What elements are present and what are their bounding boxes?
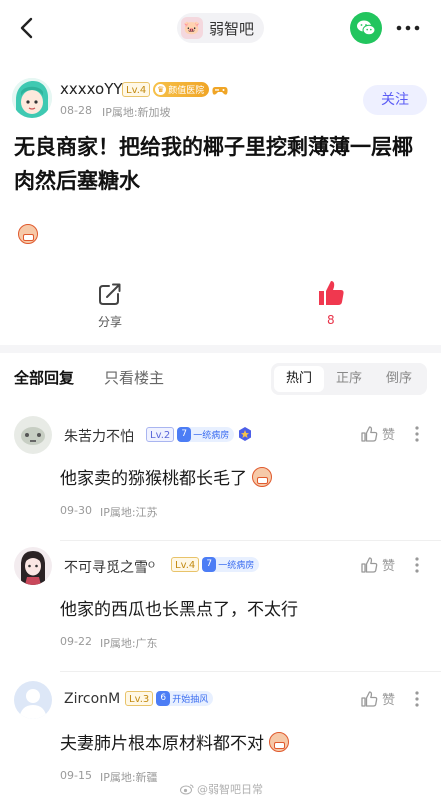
forum-pill[interactable]: 🐷 弱智吧	[177, 13, 265, 43]
comment-text: 他家卖的猕猴桃都长毛了	[60, 464, 273, 489]
watermark: @弱智吧日常	[180, 781, 263, 797]
tag-text: 一统病房	[193, 430, 230, 441]
like-label: 赞	[382, 428, 396, 443]
comment-more-icon[interactable]	[410, 424, 424, 444]
comment-date: 09-30	[60, 504, 92, 517]
tab-author-only[interactable]: 只看楼主	[104, 367, 164, 388]
commenter-tag: 7 一统病房	[177, 426, 235, 442]
crown-icon: ♛	[155, 84, 167, 95]
sort-ascending[interactable]: 正序	[324, 366, 374, 392]
comment-text: 夫妻肺片根本原材料都不对	[60, 729, 290, 754]
follow-button[interactable]: 关注	[363, 85, 427, 115]
commenter-name[interactable]: ZirconM	[64, 691, 120, 707]
comment-like-button[interactable]: 赞	[360, 424, 395, 443]
comment-more-icon[interactable]	[410, 689, 424, 709]
back-arrow-icon[interactable]	[14, 14, 42, 42]
commenter-badges: Lv.3 6 开始抽风	[125, 691, 214, 706]
comment-ip: IP属地:江苏	[99, 506, 158, 519]
thumbs-up-icon	[361, 425, 378, 442]
tab-all-replies[interactable]: 全部回复	[14, 367, 74, 388]
more-menu-icon[interactable]	[391, 13, 425, 43]
tag-level-number: 6	[156, 691, 171, 706]
author-level-badge: Lv.4	[122, 82, 151, 97]
comment-ip: IP属地:广东	[99, 637, 158, 650]
comment-meta: 09-30 IP属地:江苏	[60, 504, 158, 520]
comment-ip: IP属地:新疆	[99, 771, 158, 784]
comment-item: 不可寻觅之雪ᴼ Lv.4 7 一统病房 赞 他家的西瓜也长黑点了，不太行 09-…	[0, 547, 441, 677]
author-badges: Lv.4 ♛ 颜值医院	[122, 82, 228, 97]
like-label: 赞	[382, 559, 396, 574]
sort-descending[interactable]: 倒序	[374, 366, 424, 392]
commenter-avatar[interactable]	[14, 681, 52, 719]
thumbs-up-filled-icon[interactable]	[316, 278, 346, 308]
commenter-level-badge: Lv.4	[171, 557, 200, 572]
comment-divider	[60, 540, 441, 541]
comment-like-button[interactable]: 赞	[360, 555, 395, 574]
tag-level-number: 7	[177, 426, 192, 442]
weibo-logo-icon	[180, 784, 194, 795]
commenter-avatar[interactable]	[14, 416, 52, 454]
comment-text-content: 夫妻肺片根本原材料都不对	[60, 734, 264, 754]
thumbs-up-icon	[361, 556, 378, 573]
sort-toggle: 热门 正序 倒序	[271, 363, 427, 395]
comment-meta: 09-15 IP属地:新疆	[60, 769, 158, 785]
author-ip: IP属地:新加坡	[101, 106, 171, 119]
tag-level-number: 7	[202, 557, 217, 572]
section-divider	[0, 345, 441, 353]
commenter-level-badge: Lv.3	[125, 691, 154, 706]
thumbs-up-icon	[361, 690, 378, 707]
tag-text: 开始抽风	[172, 695, 209, 705]
comment-date: 09-22	[60, 635, 92, 648]
comment-text: 他家的西瓜也长黑点了，不太行	[60, 600, 298, 620]
author-meta: 08-28 IP属地:新加坡	[60, 104, 171, 120]
commenter-badges: Lv.4 7 一统病房	[171, 557, 260, 572]
share-icon[interactable]	[96, 280, 124, 308]
commenter-avatar[interactable]	[14, 547, 52, 585]
angry-face-emoji-icon	[269, 732, 290, 752]
share-label[interactable]: 分享	[98, 313, 122, 330]
post-date: 08-28	[60, 104, 92, 117]
author-title-text: 颜值医院	[168, 86, 205, 96]
comment-item: 朱苦力不怕 Lv.2 7 一统病房 赞 他家卖的猕猴桃都长毛了 09-30 IP…	[0, 416, 441, 546]
like-label: 赞	[382, 693, 396, 708]
comment-more-icon[interactable]	[410, 555, 424, 575]
commenter-tag: 7 一统病房	[202, 557, 260, 572]
commenter-badges: Lv.2 7 一统病房	[146, 426, 253, 442]
sort-hot[interactable]: 热门	[274, 366, 324, 392]
wechat-share-icon[interactable]	[350, 12, 382, 44]
commenter-tag: 6 开始抽风	[156, 691, 214, 706]
angry-face-emoji-icon	[252, 467, 273, 487]
comment-text-content: 他家卖的猕猴桃都长毛了	[60, 469, 247, 489]
comment-like-button[interactable]: 赞	[360, 689, 395, 708]
like-count: 8	[327, 313, 335, 327]
comment-date: 09-15	[60, 769, 92, 782]
tag-text: 一统病房	[218, 561, 255, 571]
author-avatar[interactable]	[12, 78, 52, 118]
commenter-name[interactable]: 不可寻觅之雪ᴼ	[64, 557, 155, 577]
top-bar: 🐷 弱智吧	[0, 0, 441, 56]
comment-meta: 09-22 IP属地:广东	[60, 635, 158, 651]
post-title: 无良商家！把给我的椰子里挖剩薄薄一层椰肉然后塞糖水	[14, 135, 413, 193]
angry-face-emoji-icon	[18, 224, 38, 244]
game-controller-icon	[212, 86, 228, 95]
commenter-level-badge: Lv.2	[146, 426, 175, 442]
watermark-text: @弱智吧日常	[197, 783, 263, 796]
forum-icon: 🐷	[181, 17, 203, 39]
comment-divider	[60, 671, 441, 672]
author-name[interactable]: xxxxoYY	[60, 80, 123, 98]
forum-name: 弱智吧	[209, 19, 255, 38]
commenter-name[interactable]: 朱苦力不怕	[64, 426, 134, 446]
author-title-badge: ♛ 颜值医院	[153, 82, 210, 97]
rank-medal-icon	[239, 427, 252, 441]
